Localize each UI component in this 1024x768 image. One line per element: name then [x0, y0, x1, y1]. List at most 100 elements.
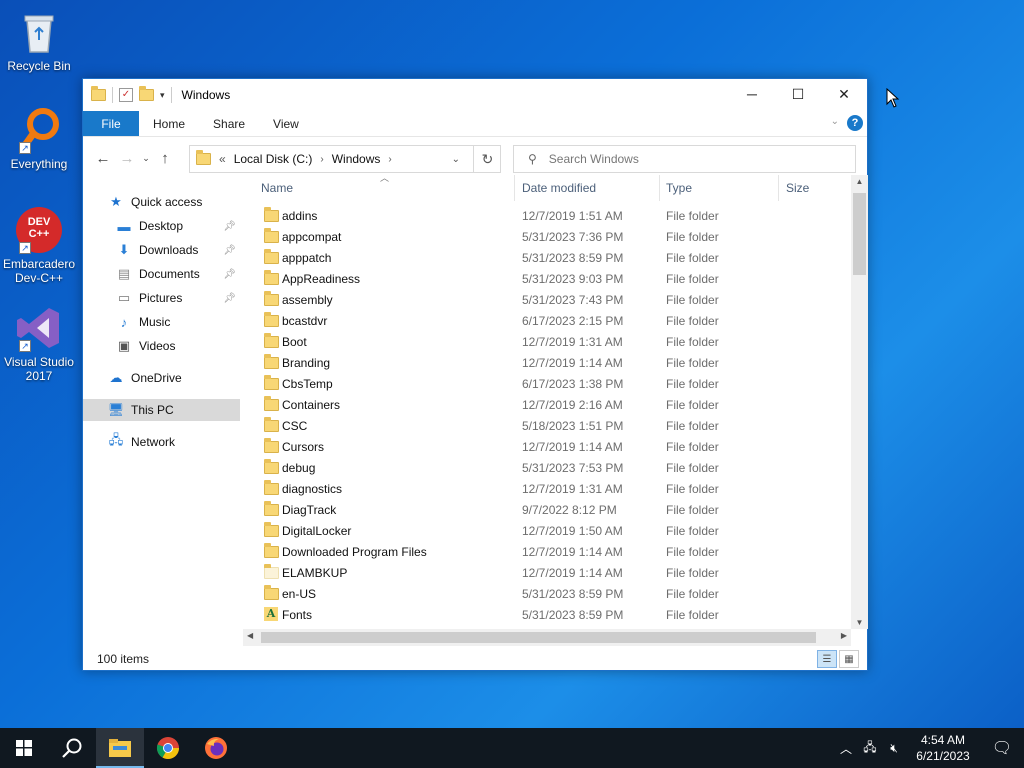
table-row[interactable]: Cursors 12/7/2019 1:14 AM File folder [247, 436, 853, 457]
nav-network[interactable]: 🖧︎ Network [107, 431, 264, 453]
table-row[interactable]: en-US 5/31/2023 8:59 PM File folder [247, 583, 853, 604]
file-name: DiagTrack [282, 502, 337, 517]
table-row[interactable]: bcastdvr 6/17/2023 2:15 PM File folder [247, 310, 853, 331]
address-segment-local-disk[interactable]: Local Disk (C:) [234, 152, 313, 166]
scroll-left-icon[interactable]: ◀ [247, 631, 253, 640]
table-row[interactable]: DiagTrack 9/7/2022 8:12 PM File folder [247, 499, 853, 520]
column-header-name[interactable]: Name [261, 175, 293, 201]
date-modified: 6/17/2023 2:15 PM [522, 313, 624, 328]
address-segment-windows[interactable]: Windows [332, 152, 381, 166]
taskbar-file-explorer[interactable] [96, 728, 144, 768]
nav-item-music[interactable]: ♪ Music [115, 311, 240, 333]
help-icon[interactable]: ? [847, 115, 863, 131]
show-hidden-icons-chevron-icon[interactable]: ︿ [834, 740, 858, 757]
minimize-button[interactable]: ─ [729, 79, 775, 109]
tab-view[interactable]: View [259, 111, 313, 136]
divider [112, 87, 113, 103]
taskbar-search-button[interactable] [48, 728, 96, 768]
scroll-down-icon[interactable]: ▼ [851, 618, 868, 627]
nav-item-videos[interactable]: ▣ Videos [115, 335, 240, 357]
nav-onedrive[interactable]: ☁ OneDrive [107, 367, 264, 389]
navigation-pane: ★ Quick access ▬ Desktop 📌︎ ⬇ Downloads … [83, 183, 243, 643]
taskbar-chrome[interactable] [144, 728, 192, 768]
forward-arrow-icon[interactable]: → [115, 150, 139, 167]
desktop-icon-devcpp[interactable]: DEV C++ ↗ Embarcadero Dev-C++ [2, 206, 76, 285]
address-bar[interactable]: « Local Disk (C:) › Windows › ⌄ [189, 145, 501, 173]
folder-icon [264, 228, 279, 243]
action-center-icon[interactable]: 🗨︎ [980, 738, 1024, 758]
vertical-scrollbar[interactable]: ▲ ▼ [851, 175, 868, 629]
new-folder-icon[interactable] [139, 86, 154, 101]
clock[interactable]: 4:54 AM 6/21/2023 [906, 732, 980, 764]
large-icons-view-button[interactable]: ▦ [839, 650, 859, 668]
shortcut-arrow-icon: ↗ [19, 142, 31, 154]
table-row[interactable]: Branding 12/7/2019 1:14 AM File folder [247, 352, 853, 373]
table-row[interactable]: apppatch 5/31/2023 8:59 PM File folder [247, 247, 853, 268]
table-row[interactable]: Downloaded Program Files 12/7/2019 1:14 A… [247, 541, 853, 562]
network-icon[interactable]: 🖧︎ [858, 738, 882, 759]
nav-this-pc[interactable]: 🖥︎ This PC [83, 399, 240, 421]
table-row[interactable]: diagnostics 12/7/2019 1:31 AM File folder [247, 478, 853, 499]
scroll-right-icon[interactable]: ▶ [841, 631, 847, 640]
table-row[interactable]: Boot 12/7/2019 1:31 AM File folder [247, 331, 853, 352]
properties-icon[interactable]: ✓ [119, 88, 133, 102]
tab-file[interactable]: File [83, 111, 139, 136]
desktop-icon-recycle-bin[interactable]: Recycle Bin [2, 8, 76, 73]
address-dropdown-icon[interactable]: ⌄ [452, 154, 460, 165]
tab-share[interactable]: Share [199, 111, 259, 136]
table-row[interactable]: CSC 5/18/2023 1:51 PM File folder [247, 415, 853, 436]
recent-locations-icon[interactable]: ⌄ [139, 153, 153, 164]
table-row[interactable]: AppReadiness 5/31/2023 9:03 PM File folder [247, 268, 853, 289]
column-divider[interactable] [659, 175, 660, 201]
column-divider[interactable] [514, 175, 515, 201]
table-row[interactable]: Containers 12/7/2019 2:16 AM File folder [247, 394, 853, 415]
scrollbar-thumb[interactable] [853, 193, 866, 275]
table-row[interactable]: appcompat 5/31/2023 7:36 PM File folder [247, 226, 853, 247]
table-row[interactable]: addins 12/7/2019 1:51 AM File folder [247, 205, 853, 226]
expand-ribbon-icon[interactable]: ⌄ [831, 116, 839, 127]
desktop-icon-visual-studio[interactable]: ↗ Visual Studio 2017 [2, 304, 76, 383]
nav-item-desktop[interactable]: ▬ Desktop 📌︎ [115, 215, 240, 237]
search-input[interactable]: ⚲ Search Windows [513, 145, 856, 173]
volume-muted-icon[interactable]: 🔇︎ [882, 741, 906, 756]
scrollbar-thumb[interactable] [261, 632, 816, 643]
folder-icon [264, 291, 279, 306]
maximize-button[interactable]: ☐ [775, 79, 821, 109]
file-name: ELAMBKUP [282, 565, 348, 580]
column-header-size[interactable]: Size [786, 175, 809, 201]
table-row[interactable]: DigitalLocker 12/7/2019 1:50 AM File folde… [247, 520, 853, 541]
start-button[interactable] [0, 728, 48, 768]
up-arrow-icon[interactable]: ↑ [153, 150, 177, 167]
table-row[interactable]: assembly 5/31/2023 7:43 PM File folder [247, 289, 853, 310]
details-view-button[interactable]: ☰ [817, 650, 837, 668]
nav-item-pictures[interactable]: ▭ Pictures 📌︎ [115, 287, 240, 309]
back-arrow-icon[interactable]: ← [91, 150, 115, 167]
column-divider[interactable] [778, 175, 779, 201]
horizontal-scrollbar[interactable]: ◀ ▶ [243, 629, 851, 646]
quick-access-toolbar: ✓ ▾ [83, 86, 172, 103]
table-row[interactable]: debug 5/31/2023 7:53 PM File folder [247, 457, 853, 478]
customize-toolbar-icon[interactable]: ▾ [160, 90, 165, 101]
column-header-date-modified[interactable]: Date modified [522, 175, 596, 201]
table-row[interactable]: ELAMBKUP 12/7/2019 1:14 AM File folder [247, 562, 853, 583]
nav-quick-access[interactable]: ★ Quick access [107, 191, 264, 213]
nav-item-documents[interactable]: ▤ Documents 📌︎ [115, 263, 240, 285]
taskbar-firefox[interactable] [192, 728, 240, 768]
scroll-up-icon[interactable]: ▲ [851, 177, 868, 186]
table-row[interactable]: CbsTemp 6/17/2023 1:38 PM File folder [247, 373, 853, 394]
chevron-right-icon[interactable]: › [320, 154, 323, 165]
file-type: File folder [666, 355, 719, 370]
desktop-icon-everything[interactable]: ↗ Everything [2, 106, 76, 171]
column-header-type[interactable]: Type [666, 175, 692, 201]
table-row[interactable]: A Fonts 5/31/2023 8:59 PM File folder [247, 604, 853, 625]
address-overflow[interactable]: « [219, 152, 226, 166]
close-button[interactable]: ✕ [821, 79, 867, 109]
file-type: File folder [666, 292, 719, 307]
file-name: appcompat [282, 229, 342, 244]
folder-icon [264, 207, 279, 222]
chevron-right-icon[interactable]: › [388, 154, 391, 165]
tab-home[interactable]: Home [139, 111, 199, 136]
title-bar[interactable]: ✓ ▾ Windows ─ ☐ ✕ [83, 79, 867, 111]
refresh-button[interactable]: ↻ [473, 145, 501, 173]
nav-item-downloads[interactable]: ⬇ Downloads 📌︎ [115, 239, 240, 261]
